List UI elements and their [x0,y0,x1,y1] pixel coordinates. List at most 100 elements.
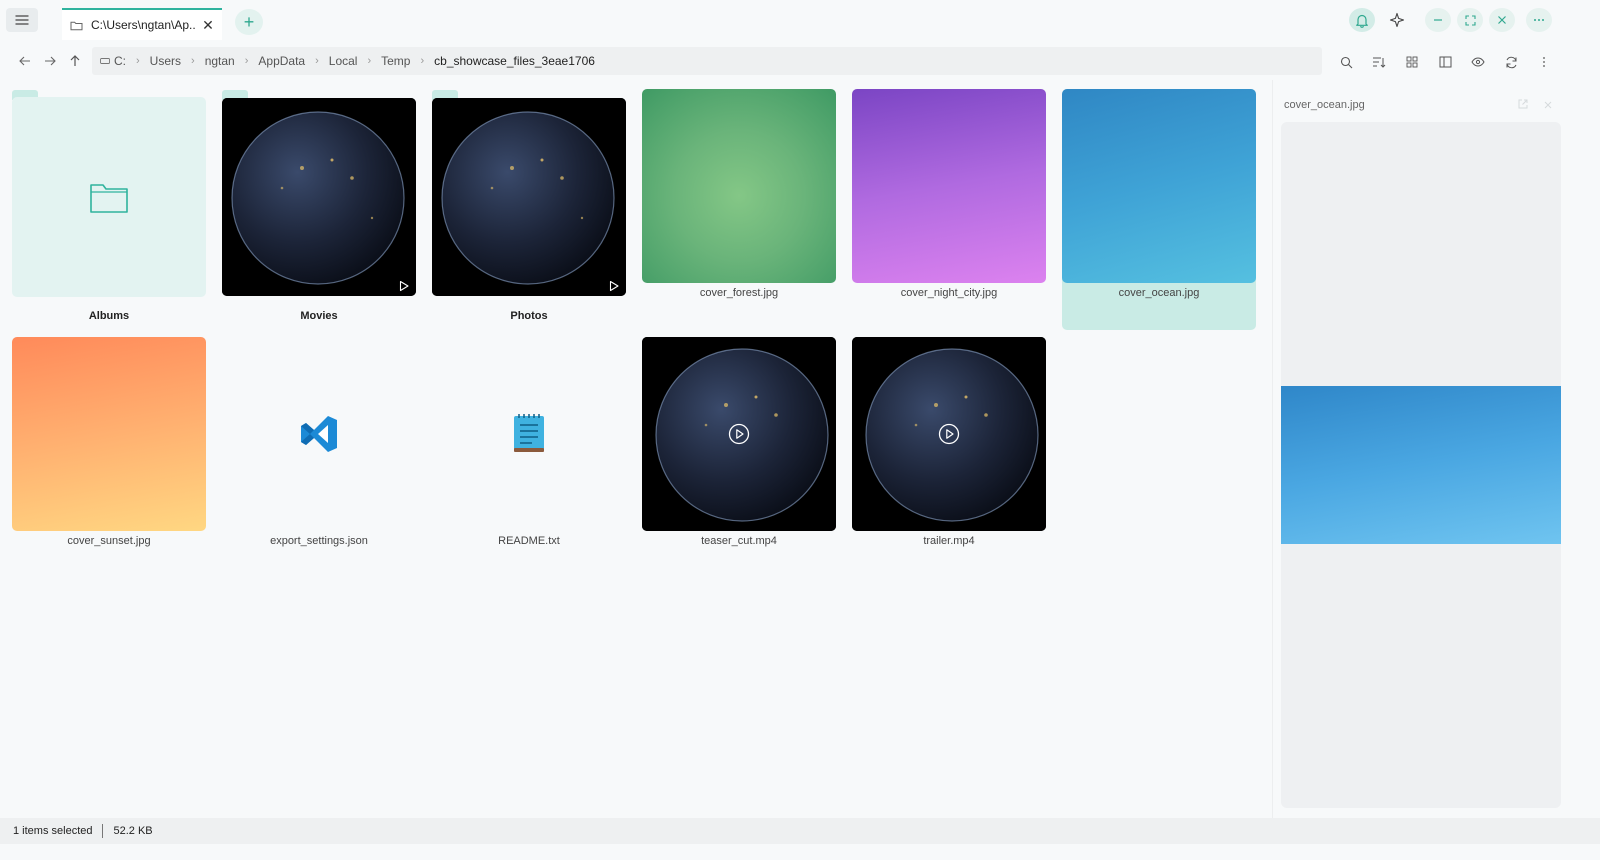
item-label: Albums [88,310,130,322]
selection-count: 1 items selected [13,825,93,837]
image-thumbnail [1062,89,1256,283]
more-horizontal-icon [1534,19,1544,21]
breadcrumb-item-drive[interactable]: C: [114,54,126,68]
maximize-button[interactable] [1457,8,1483,32]
more-options-button[interactable] [1526,8,1552,32]
close-preview-button[interactable] [1543,97,1557,111]
item-label: Photos [510,310,548,322]
grid-item-cover-ocean[interactable]: cover_ocean.jpg [1062,89,1256,309]
chevron-right-icon: › [191,55,195,67]
breadcrumb-item-ngtan[interactable]: ngtan [205,54,235,68]
vscode-file-icon [301,416,337,452]
preview-pane: cover_ocean.jpg [1272,80,1600,818]
open-external-button[interactable] [1517,97,1531,111]
status-divider [102,824,104,838]
more-vertical-icon [1543,57,1545,67]
folder-thumbnail [12,97,206,297]
breadcrumb-item-temp[interactable]: Temp [381,54,410,68]
item-label: trailer.mp4 [923,535,975,547]
tab-close-button[interactable]: ✕ [200,17,216,34]
new-tab-button[interactable]: + [235,9,263,35]
hamburger-menu-button[interactable] [6,8,38,32]
grid-item-cover-night-city[interactable]: cover_night_city.jpg [852,89,1046,309]
sort-icon [1373,57,1386,68]
play-icon [399,280,409,292]
search-button[interactable] [1336,54,1356,70]
item-label: teaser_cut.mp4 [701,535,777,547]
up-button[interactable] [65,52,85,70]
more-vertical-button[interactable] [1534,54,1554,70]
grid-item-photos[interactable]: Photos [432,89,626,325]
grid-item-cover-forest[interactable]: cover_forest.jpg [642,89,836,309]
close-icon [1544,101,1552,109]
folder-icon [90,184,128,213]
earth-image [222,98,416,296]
item-label: README.txt [498,535,560,547]
breadcrumb-item-appdata[interactable]: AppData [258,54,305,68]
grid-item-cover-sunset[interactable]: cover_sunset.jpg [12,337,206,557]
grid-item-trailer[interactable]: trailer.mp4 [852,337,1046,557]
close-icon [1498,16,1506,24]
earth-image [432,98,626,296]
grid-item-export-settings[interactable]: export_settings.json [222,337,416,557]
item-label: Movies [300,310,338,322]
video-thumbnail [432,98,626,296]
navigation-bar: C: › Users › ngtan › AppData › Local › T… [0,42,1600,80]
maximize-icon [1464,14,1476,26]
sparkle-icon [1389,12,1405,28]
refresh-button[interactable] [1501,54,1521,70]
folder-icon [70,21,83,30]
forward-button[interactable] [40,52,60,70]
notifications-button[interactable] [1349,8,1375,32]
breadcrumb[interactable]: C: › Users › ngtan › AppData › Local › T… [92,47,1322,75]
arrow-left-icon [19,56,30,66]
image-thumbnail [642,89,836,283]
sort-button[interactable] [1369,54,1389,70]
breadcrumb-item-users[interactable]: Users [150,54,181,68]
ai-assistant-button[interactable] [1384,8,1410,32]
preview-title: cover_ocean.jpg [1284,99,1365,111]
minimize-icon [1434,19,1442,21]
grid-item-albums[interactable]: Albums [12,89,206,325]
sidebar-panel-icon [1439,56,1451,68]
item-label: cover_sunset.jpg [67,535,151,547]
hamburger-icon [15,15,29,25]
image-thumbnail [12,337,206,531]
open-external-icon [1518,99,1528,109]
video-thumbnail [642,337,836,531]
image-thumbnail [852,89,1046,283]
breadcrumb-item-current[interactable]: cb_showcase_files_3eae1706 [434,54,595,68]
view-mode-button[interactable] [1402,54,1422,70]
grid-item-readme[interactable]: README.txt [432,337,626,557]
chevron-right-icon: › [136,55,140,67]
breadcrumb-item-local[interactable]: Local [329,54,358,68]
preview-canvas [1281,122,1561,808]
notepad-file-icon [514,414,544,452]
grid-item-movies[interactable]: Movies [222,89,416,325]
item-label: cover_night_city.jpg [900,287,998,299]
play-circle-icon [938,423,960,445]
arrow-up-icon [70,55,80,66]
grid-item-teaser-cut[interactable]: teaser_cut.mp4 [642,337,836,557]
chevron-right-icon: › [244,55,249,67]
preview-image [1281,386,1561,544]
item-label: export_settings.json [270,535,368,547]
play-icon [609,280,619,292]
play-circle-icon [728,423,750,445]
refresh-icon [1506,56,1516,68]
back-button[interactable] [15,52,35,70]
video-thumbnail [852,337,1046,531]
search-icon [1340,56,1352,68]
drive-icon [100,58,110,64]
bell-icon [1356,14,1368,28]
eye-icon [1471,57,1485,67]
preview-toggle-button[interactable] [1468,54,1488,70]
minimize-button[interactable] [1425,8,1451,32]
tab-title: C:\Users\ngtan\Ap... [91,18,195,32]
toggle-pane-button[interactable] [1435,54,1455,70]
chevron-right-icon: › [367,55,372,67]
item-label: cover_ocean.jpg [1118,287,1200,299]
selection-size: 52.2 KB [113,825,153,837]
tab-current-folder[interactable]: C:\Users\ngtan\Ap... ✕ [62,8,222,40]
close-window-button[interactable] [1489,8,1515,32]
